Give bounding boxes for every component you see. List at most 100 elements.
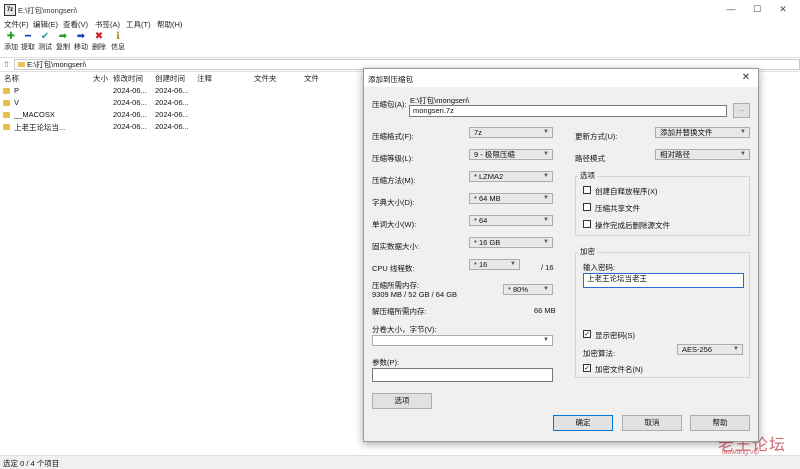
archive-name-value: mongseri.7z [413,106,454,115]
dict-value: * 64 MB [474,194,501,203]
method-value: * LZMA2 [474,172,504,181]
dict-select[interactable]: * 64 MB ▼ [469,193,553,204]
table-row[interactable]: __MACOSX 2024-06... 2024-06... [0,109,364,121]
folder-icon [3,124,10,130]
show-password-checkbox[interactable]: ✓ [583,330,591,338]
chevron-down-icon: ▼ [543,239,549,245]
chevron-down-icon: ▼ [510,261,516,267]
watermark-url: laowang.vip [722,449,759,456]
level-select[interactable]: 9 - 极限压缩 ▼ [469,149,553,160]
file-created: 2024-06... [155,86,189,95]
file-name: V [14,98,20,107]
level-label: 压缩等级(L): [372,154,414,163]
options-group-title: 选项 [578,170,597,181]
enc-method-label: 加密算法: [583,349,616,358]
menu-tools[interactable]: 工具(T) [126,19,151,30]
enc-method-value: AES-256 [682,345,713,354]
update-value: 添加并替换文件 [660,128,713,137]
toolbar: ✚ 添加 ━ 提取 ✔ 测试 ➡ 复制 ➡ 移动 ✖ 删除 ℹ 信息 [0,31,800,58]
file-created: 2024-06... [155,110,189,119]
ok-button[interactable]: 确定 [553,415,613,431]
minimize-button[interactable]: — [718,2,744,16]
format-label: 压缩格式(F): [372,132,414,141]
threads-select[interactable]: * 16 ▼ [469,259,520,270]
file-name: P [14,86,20,95]
col-folders[interactable]: 文件夹 [254,73,277,84]
sfx-checkbox[interactable] [583,186,591,194]
password-label: 输入密码: [583,263,616,272]
folder-icon [3,112,10,118]
menu-help[interactable]: 帮助(H) [157,19,182,30]
menu-file[interactable]: 文件(F) [4,19,29,30]
col-created[interactable]: 创建时间 [155,73,185,84]
shared-checkbox[interactable] [583,203,591,211]
solid-value: * 16 GB [474,238,501,247]
cancel-button[interactable]: 取消 [622,415,682,431]
password-value: 上老王论坛当老王 [587,274,647,283]
method-select[interactable]: * LZMA2 ▼ [469,171,553,182]
solid-label: 固实数据大小: [372,242,420,251]
split-select[interactable]: ▼ [372,335,553,346]
info-icon: ℹ [116,31,120,42]
folder-icon [18,62,25,67]
mem-select[interactable]: * 80% ▼ [503,284,553,295]
decomp-label: 解压缩所需内存: [372,307,427,316]
file-created: 2024-06... [155,98,189,107]
show-password-label: 显示密码(S) [595,331,635,340]
col-name[interactable]: 名称 [4,73,19,84]
dialog-title-bar: 添加到压缩包 ✕ [364,69,758,87]
word-select[interactable]: * 64 ▼ [469,215,553,226]
delete-after-checkbox[interactable] [583,220,591,228]
enc-method-select[interactable]: AES-256 ▼ [677,344,743,355]
solid-select[interactable]: * 16 GB ▼ [469,237,553,248]
close-button[interactable]: ✕ [770,2,796,16]
chevron-down-icon: ▼ [543,173,549,179]
params-input[interactable] [372,368,553,382]
encryption-group-title: 加密 [578,246,597,257]
col-files[interactable]: 文件 [304,73,319,84]
table-row[interactable]: 上老王论坛当... 2024-06... 2024-06... [0,121,364,133]
word-label: 单词大小(W): [372,220,417,229]
menu-bookmarks[interactable]: 书签(A) [95,19,120,30]
info-button[interactable]: ℹ 信息 [107,31,129,56]
encrypt-names-checkbox[interactable]: ✓ [583,364,591,372]
help-button[interactable]: 帮助 [690,415,750,431]
chevron-down-icon: ▼ [543,217,549,223]
folder-icon [3,88,10,94]
menu-bar: 文件(F) 编辑(E) 查看(V) 书签(A) 工具(T) 帮助(H) [0,18,800,31]
maximize-button[interactable]: ☐ [744,2,770,16]
format-select[interactable]: 7z ▼ [469,127,553,138]
threads-label: CPU 线程数: [372,264,415,273]
dict-label: 字典大小(D): [372,198,415,207]
dialog-title: 添加到压缩包 [368,75,413,84]
archive-name-input[interactable]: mongseri.7z [409,105,727,117]
password-input[interactable]: 上老王论坛当老王 [583,273,744,288]
menu-edit[interactable]: 编辑(E) [33,19,58,30]
col-size[interactable]: 大小 [93,73,108,84]
chevron-down-icon: ▼ [543,151,549,157]
menu-view[interactable]: 查看(V) [63,19,88,30]
mem-value: * 80% [508,285,529,294]
update-select[interactable]: 添加并替换文件 ▼ [655,127,750,138]
delete-after-label: 操作完成后删除源文件 [595,221,670,230]
file-name: __MACOSX [14,110,55,119]
col-modified[interactable]: 修改时间 [113,73,143,84]
table-row[interactable]: P 2024-06... 2024-06... [0,85,364,97]
params-label: 参数(P): [372,358,400,367]
options-button[interactable]: 选项 [372,393,432,409]
window-title: E:\打包\mongseri\ [18,6,78,15]
chevron-down-icon: ▼ [543,286,549,292]
up-folder-icon[interactable]: ⇧ [3,60,10,69]
title-bar: 7z E:\打包\mongseri\ — ☐ ✕ [0,0,800,18]
word-value: * 64 [474,216,488,225]
status-text: 选定 0 / 4 个项目 [3,459,60,468]
path-select[interactable]: 相对路径 ▼ [655,149,750,160]
sfx-label: 创建自释放程序(X) [595,187,658,196]
browse-button[interactable]: ... [733,103,750,118]
dialog-close-button[interactable]: ✕ [738,71,754,85]
file-name: 上老王论坛当... [14,123,66,132]
update-label: 更新方式(U): [575,132,618,141]
table-row[interactable]: V 2024-06... 2024-06... [0,97,364,109]
col-comment[interactable]: 注释 [197,73,212,84]
split-label: 分卷大小，字节(V): [372,325,437,334]
